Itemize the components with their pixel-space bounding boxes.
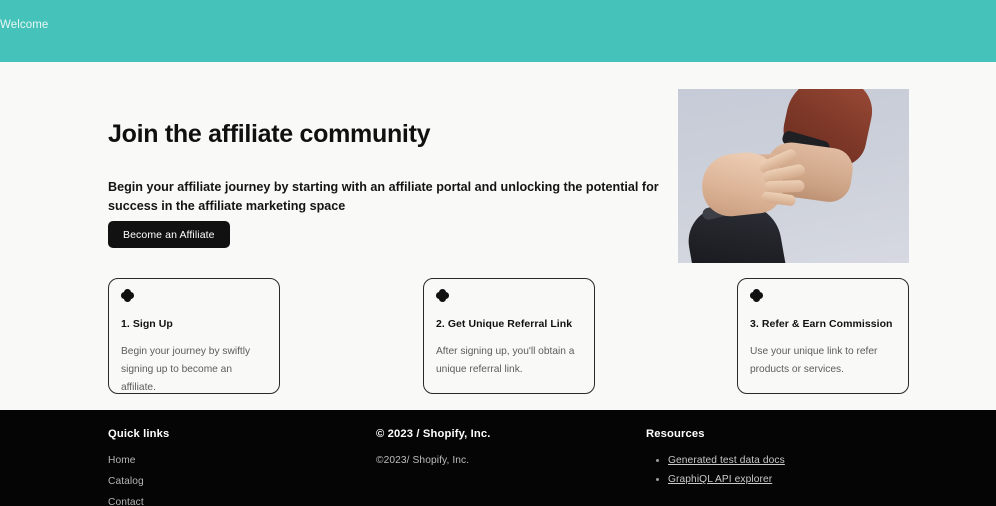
footer-link-catalog[interactable]: Catalog bbox=[108, 476, 169, 487]
footer-link-test-data-docs[interactable]: Generated test data docs bbox=[668, 455, 785, 466]
step-card-title: 2. Get Unique Referral Link bbox=[436, 318, 573, 330]
become-an-affiliate-button[interactable]: Become an Affiliate bbox=[108, 221, 230, 248]
hero-image bbox=[678, 89, 909, 263]
footer-copyright: © 2023 / Shopify, Inc. ©2023/ Shopify, I… bbox=[376, 428, 491, 466]
step-card-title: 3. Refer & Earn Commission bbox=[750, 318, 893, 330]
step-card-earn-commission: 3. Refer & Earn Commission Use your uniq… bbox=[737, 278, 909, 394]
footer-copyright-text: ©2023/ Shopify, Inc. bbox=[376, 455, 470, 466]
quatrefoil-icon bbox=[750, 289, 763, 302]
footer-resources-list: Generated test data docs GraphiQL API ex… bbox=[646, 455, 785, 485]
list-item: Generated test data docs bbox=[668, 455, 785, 466]
footer-quick-links: Quick links Home Catalog Contact bbox=[108, 428, 169, 506]
footer-link-home[interactable]: Home bbox=[108, 455, 169, 466]
announcement-bar: Welcome bbox=[0, 0, 996, 62]
quatrefoil-icon bbox=[436, 289, 449, 302]
footer-link-contact[interactable]: Contact bbox=[108, 497, 169, 506]
footer-heading-quick-links: Quick links bbox=[108, 428, 170, 440]
footer-link-graphiql-explorer[interactable]: GraphiQL API explorer bbox=[668, 474, 772, 485]
footer-heading-resources: Resources bbox=[646, 428, 705, 440]
site-footer: Quick links Home Catalog Contact © 2023 … bbox=[0, 410, 996, 506]
step-card-sign-up: 1. Sign Up Begin your journey by swiftly… bbox=[108, 278, 280, 394]
step-card-body: After signing up, you'll obtain a unique… bbox=[436, 346, 575, 375]
main-content: Join the affiliate community Begin your … bbox=[0, 62, 996, 410]
quatrefoil-icon bbox=[121, 289, 134, 302]
footer-heading-copyright: © 2023 / Shopify, Inc. bbox=[376, 428, 491, 440]
page-title: Join the affiliate community bbox=[108, 120, 431, 148]
announcement-text: Welcome bbox=[0, 19, 49, 31]
footer-resources: Resources Generated test data docs Graph… bbox=[646, 428, 785, 493]
step-card-title: 1. Sign Up bbox=[121, 318, 173, 330]
step-card-body: Use your unique link to refer products o… bbox=[750, 346, 878, 375]
step-card-referral-link: 2. Get Unique Referral Link After signin… bbox=[423, 278, 595, 394]
hero-subtitle: Begin your affiliate journey by starting… bbox=[108, 180, 659, 213]
list-item: GraphiQL API explorer bbox=[668, 474, 785, 485]
step-card-body: Begin your journey by swiftly signing up… bbox=[121, 346, 251, 393]
